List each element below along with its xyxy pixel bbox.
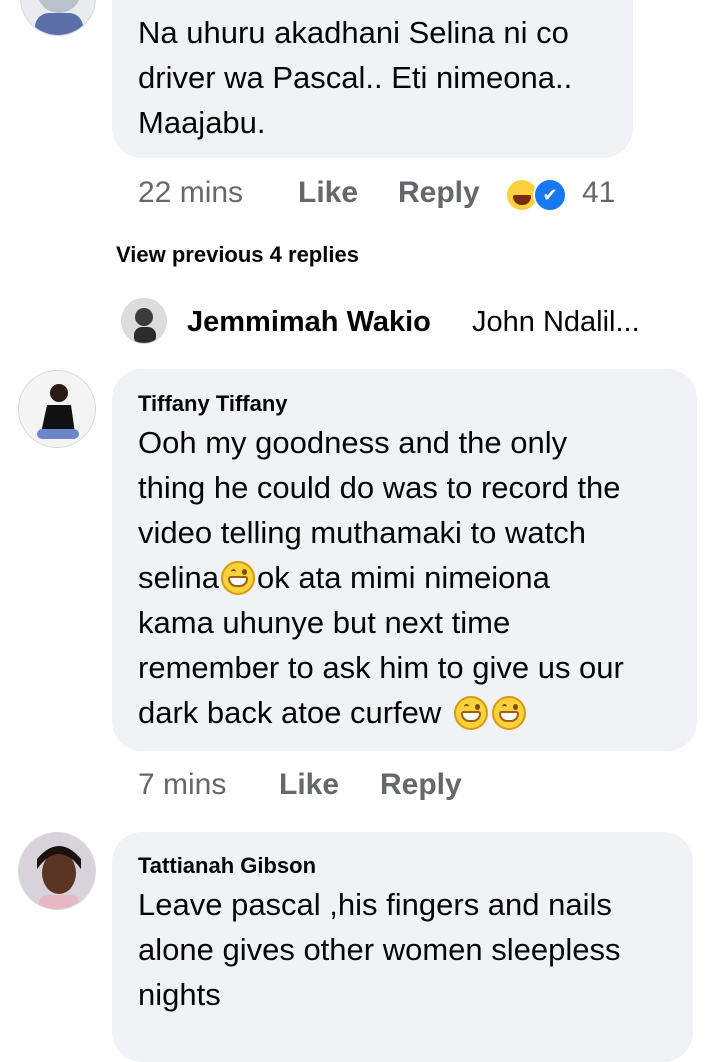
comment-text-line: driver wa Pascal.. Eti nimeona.. bbox=[138, 60, 573, 95]
comment-timestamp: 7 mins bbox=[138, 768, 227, 801]
like-reaction-icon: ✔ bbox=[533, 178, 567, 212]
like-button[interactable]: Like bbox=[298, 176, 358, 210]
comment-text-fragment: ok ata mimi nimeiona bbox=[257, 560, 550, 595]
comment-text-line: Leave pascal ,his fingers and nails bbox=[138, 887, 612, 922]
avatar[interactable] bbox=[121, 298, 167, 344]
comment-text-line: Ooh my goodness and the only bbox=[138, 425, 568, 460]
comment-text-line: Maajabu. bbox=[138, 105, 266, 140]
comment-text-fragment: dark back atoe curfew bbox=[138, 695, 442, 730]
reply-button[interactable]: Reply bbox=[380, 768, 462, 802]
reactions-summary[interactable]: ✔ 41 bbox=[505, 176, 625, 216]
comment-author[interactable]: Tiffany Tiffany bbox=[138, 391, 288, 417]
comment-text-fragment: selina bbox=[138, 560, 219, 595]
grinning-emoji-icon bbox=[491, 696, 526, 730]
comment-text-line: thing he could do was to record the bbox=[138, 470, 621, 505]
comment-text-line: kama uhunye but next time bbox=[138, 605, 511, 640]
reply-preview-snippet[interactable]: John Ndalil... bbox=[472, 306, 640, 339]
comment-text-line: Na uhuru akadhani Selina ni co bbox=[138, 15, 569, 50]
comment-text-line: nights bbox=[138, 977, 221, 1012]
reaction-count: 41 bbox=[582, 176, 616, 209]
avatar[interactable] bbox=[20, 0, 96, 36]
reply-preview-author[interactable]: Jemmimah Wakio bbox=[187, 306, 431, 339]
view-previous-replies-link[interactable]: View previous 4 replies bbox=[116, 242, 359, 268]
comment-timestamp: 22 mins bbox=[138, 176, 244, 209]
comment-text-line: remember to ask him to give us our bbox=[138, 650, 624, 685]
grinning-emoji-icon bbox=[453, 696, 488, 730]
reply-button[interactable]: Reply bbox=[398, 176, 480, 210]
avatar[interactable] bbox=[18, 832, 96, 910]
avatar[interactable] bbox=[18, 370, 96, 448]
like-button[interactable]: Like bbox=[279, 768, 339, 802]
comment-text-line-with-emoji: dark back atoe curfew bbox=[138, 690, 528, 735]
comment-text-line: video telling muthamaki to watch bbox=[138, 515, 587, 550]
comment-author[interactable]: Tattianah Gibson bbox=[138, 853, 316, 879]
grinning-emoji-icon bbox=[221, 561, 255, 595]
comment-text-line: alone gives other women sleepless bbox=[138, 932, 621, 967]
comment-text-line-with-emoji: selina ok ata mimi nimeiona bbox=[138, 555, 550, 600]
